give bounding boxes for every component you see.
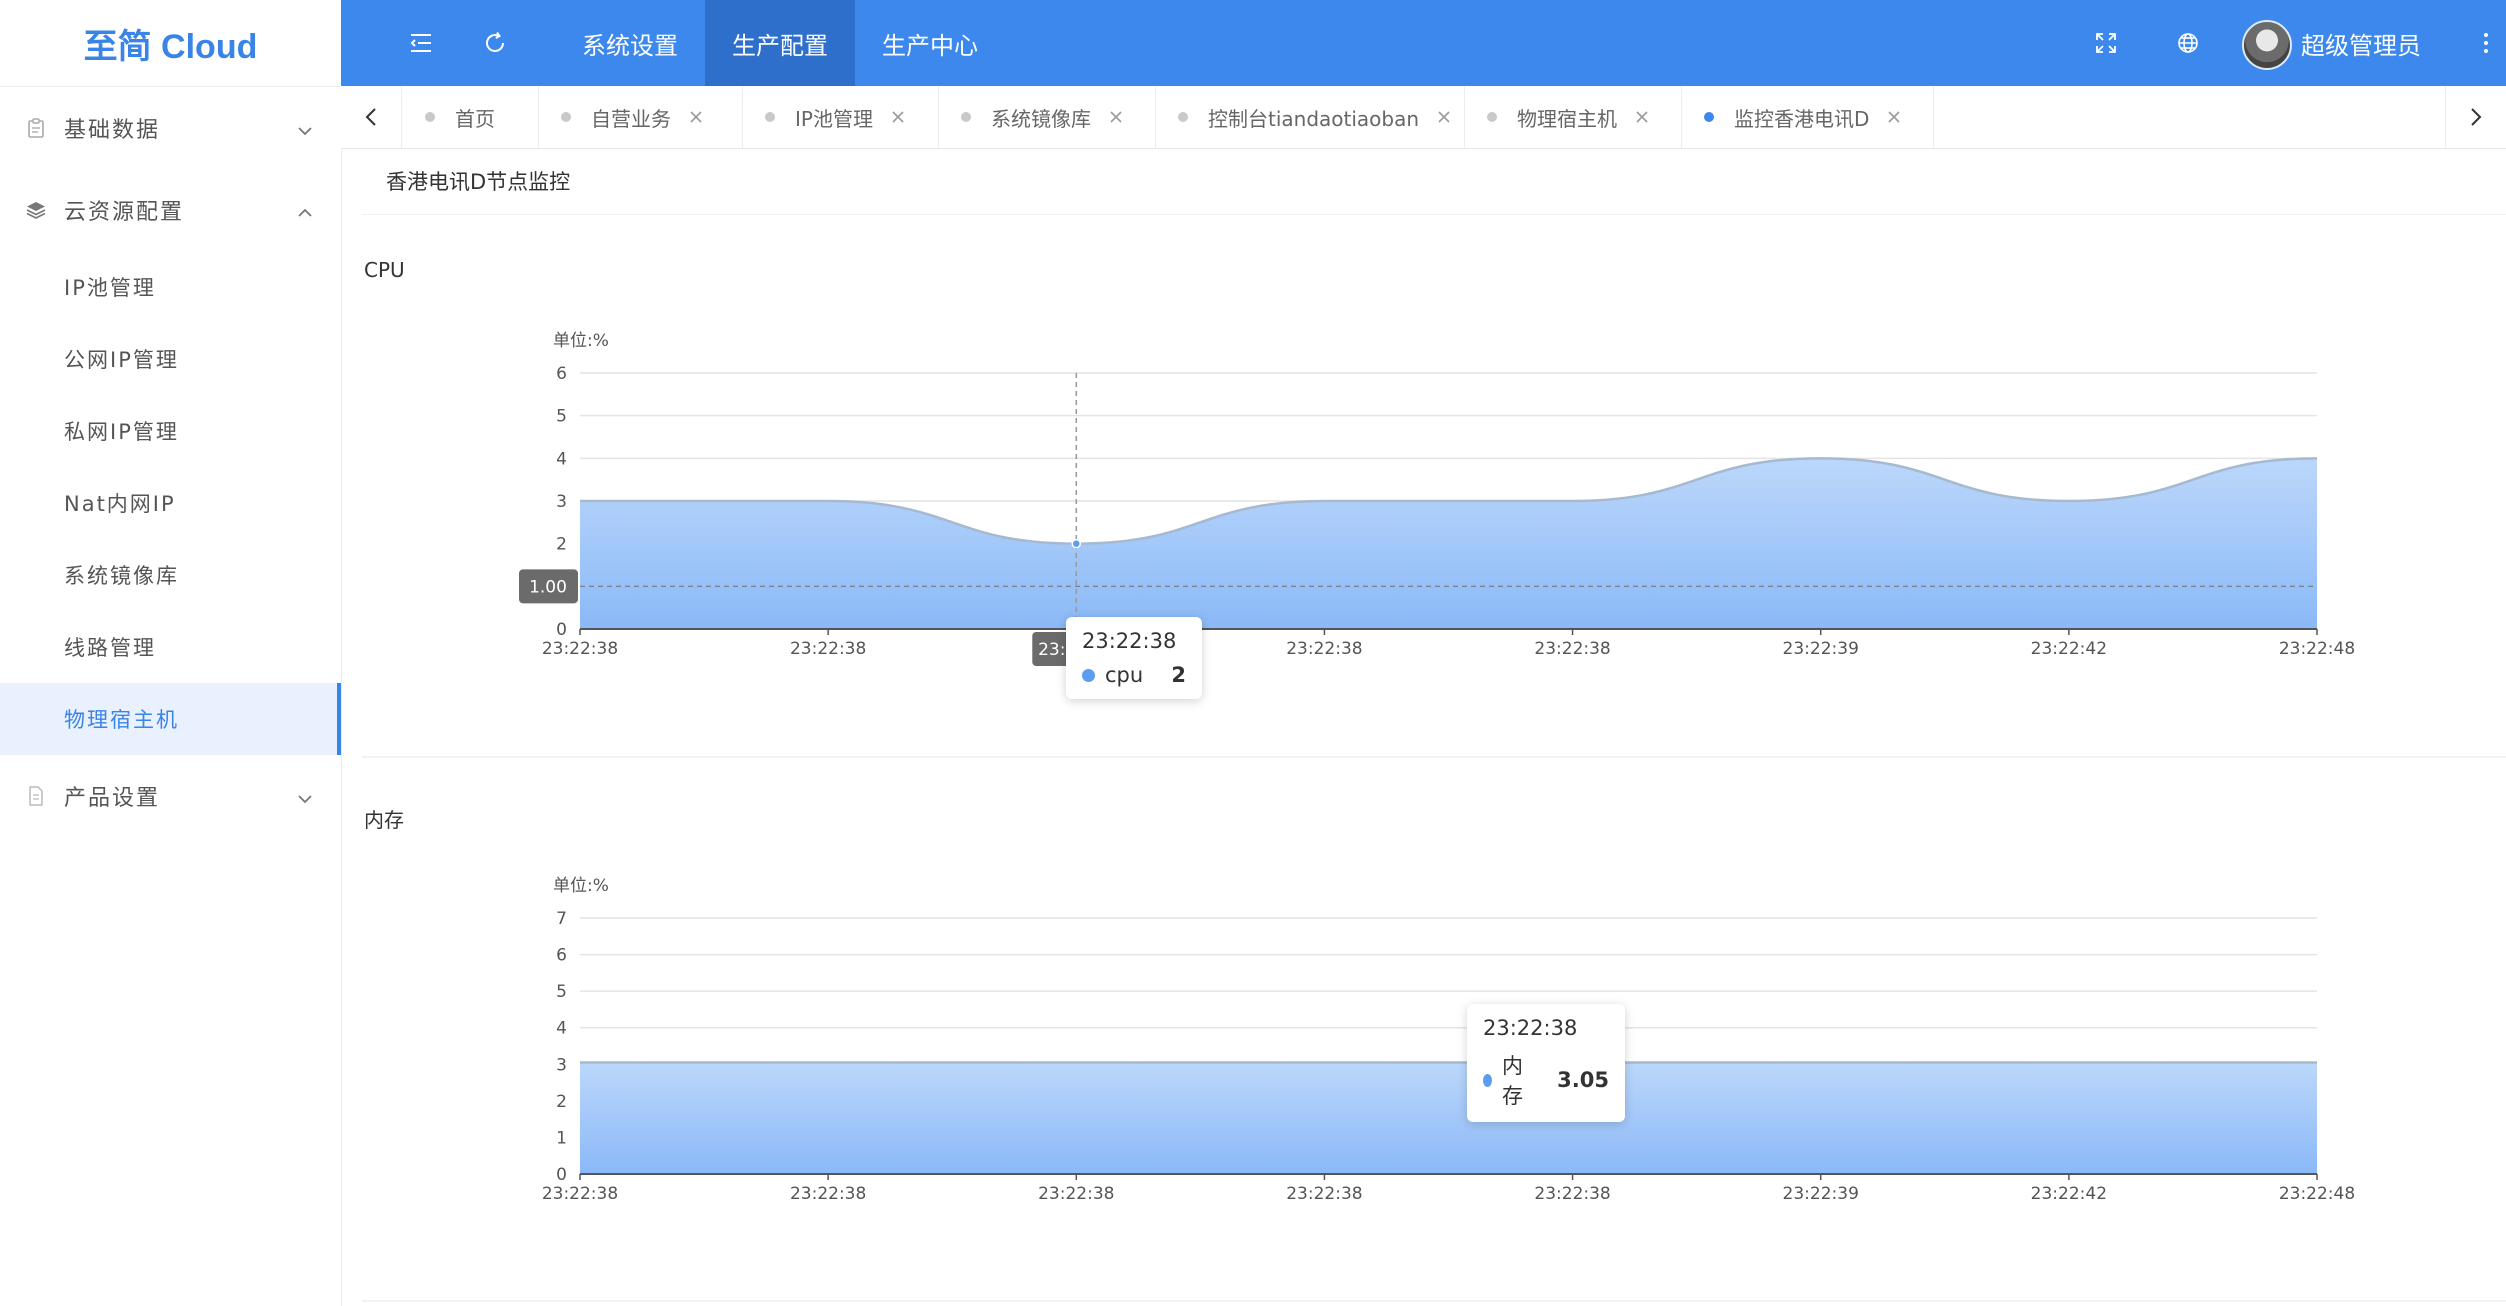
- tab-label: IP池管理: [795, 106, 873, 131]
- tooltip-series: cpu: [1105, 663, 1144, 687]
- sidebar: 至简 Cloud 基础数据 云资源配置 IP池管理 公网IP管理 私网IP管理 …: [0, 0, 342, 1306]
- chevron-down-icon: [297, 120, 313, 145]
- close-icon[interactable]: [1109, 110, 1123, 124]
- divider: [362, 1300, 2506, 1302]
- divider: [362, 756, 2506, 758]
- sidebar-item-system-images[interactable]: 系统镜像库: [0, 539, 341, 611]
- sidebar-item-nat-ip[interactable]: Nat内网IP: [0, 467, 341, 539]
- close-icon[interactable]: [1635, 110, 1649, 124]
- sidebar-item-lines[interactable]: 线路管理: [0, 611, 341, 683]
- layers-icon: [26, 200, 46, 220]
- nav-production-center[interactable]: 生产中心: [855, 0, 1005, 86]
- sidebar-group-cloud-resources[interactable]: 云资源配置: [0, 169, 341, 251]
- tab-dot-icon: [1487, 112, 1497, 122]
- chart-tooltip: 23:22:38 cpu 2: [1066, 617, 1202, 699]
- page-title: 香港电讯D节点监控: [386, 170, 571, 194]
- sidebar-item-physical-hosts[interactable]: 物理宿主机: [0, 683, 341, 755]
- tab-home[interactable]: 首页: [403, 86, 539, 148]
- cpu-chart-card: CPU: [362, 240, 2506, 756]
- tooltip-series: 内存: [1502, 1054, 1524, 1108]
- sidebar-item-private-ip[interactable]: 私网IP管理: [0, 395, 341, 467]
- nav-production-config[interactable]: 生产配置: [705, 0, 855, 86]
- series-dot-icon: [1483, 1073, 1493, 1087]
- app-logo[interactable]: 至简 Cloud: [0, 0, 341, 87]
- tab-dot-icon: [425, 112, 435, 122]
- sidebar-item-ip-pool[interactable]: IP池管理: [0, 251, 341, 323]
- username[interactable]: 超级管理员: [2301, 0, 2421, 86]
- tab-dot-icon: [1704, 112, 1714, 122]
- tab-monitor-hk-telecom-d[interactable]: 监控香港电讯D: [1682, 86, 1934, 148]
- tab-self-business[interactable]: 自营业务: [539, 86, 743, 148]
- tabs-bar: 首页 自营业务 IP池管理 系统镜像库 控制台tiandaotiaoban 物理…: [341, 86, 2506, 149]
- tooltip-value: 3.05: [1557, 1068, 1609, 1092]
- memory-chart-card: 内存: [362, 780, 2506, 1300]
- tooltip-value: 2: [1171, 663, 1186, 687]
- sidebar-group-label: 产品设置: [64, 786, 161, 811]
- tab-label: 自营业务: [591, 106, 671, 131]
- sidebar-group-label: 云资源配置: [64, 200, 185, 225]
- tab-dot-icon: [1178, 112, 1188, 122]
- close-icon[interactable]: [1887, 110, 1901, 124]
- tab-label: 控制台tiandaotiaoban: [1208, 106, 1420, 131]
- tab-system-images[interactable]: 系统镜像库: [939, 86, 1156, 148]
- tab-label: 物理宿主机: [1517, 106, 1617, 131]
- chart-tooltip: 23:22:38 内存 3.05: [1467, 1004, 1625, 1122]
- close-icon[interactable]: [689, 110, 703, 124]
- sidebar-group-label: 基础数据: [64, 118, 161, 143]
- document-icon: [26, 786, 46, 806]
- tab-console[interactable]: 控制台tiandaotiaoban: [1156, 86, 1465, 148]
- chevron-up-icon: [297, 202, 313, 227]
- more-vertical-icon[interactable]: [2471, 0, 2501, 86]
- tab-label: 系统镜像库: [991, 106, 1091, 131]
- tooltip-time: 23:22:38: [1082, 629, 1177, 653]
- clipboard-icon: [26, 118, 46, 138]
- tab-dot-icon: [561, 112, 571, 122]
- language-globe-icon[interactable]: [2163, 0, 2213, 86]
- sidebar-group-product-settings[interactable]: 产品设置: [0, 755, 341, 837]
- close-icon[interactable]: [1437, 110, 1451, 124]
- tabs-scroll-left-icon[interactable]: [341, 86, 402, 148]
- series-dot-icon: [1082, 668, 1095, 682]
- chart-title: CPU: [364, 258, 405, 282]
- tab-ip-pool[interactable]: IP池管理: [743, 86, 939, 148]
- close-icon[interactable]: [891, 110, 905, 124]
- divider: [362, 214, 2506, 215]
- fullscreen-icon[interactable]: [2081, 0, 2131, 86]
- tab-physical-hosts[interactable]: 物理宿主机: [1465, 86, 1682, 148]
- tab-label: 首页: [455, 106, 495, 131]
- tabs-scroll-right-icon[interactable]: [2445, 86, 2506, 148]
- nav-system-settings[interactable]: 系统设置: [555, 0, 705, 86]
- tab-label: 监控香港电讯D: [1734, 106, 1870, 131]
- avatar[interactable]: [2242, 20, 2292, 70]
- tab-dot-icon: [961, 112, 971, 122]
- tooltip-time: 23:22:38: [1483, 1016, 1578, 1040]
- chevron-down-icon: [297, 788, 313, 813]
- sidebar-group-basic-data[interactable]: 基础数据: [0, 87, 341, 169]
- top-navbar: 系统设置 生产配置 生产中心 超级管理员: [341, 0, 2506, 86]
- refresh-icon[interactable]: [465, 0, 525, 86]
- chart-title: 内存: [364, 808, 404, 832]
- tab-dot-icon: [765, 112, 775, 122]
- menu-collapse-icon[interactable]: [391, 0, 451, 86]
- sidebar-item-public-ip[interactable]: 公网IP管理: [0, 323, 341, 395]
